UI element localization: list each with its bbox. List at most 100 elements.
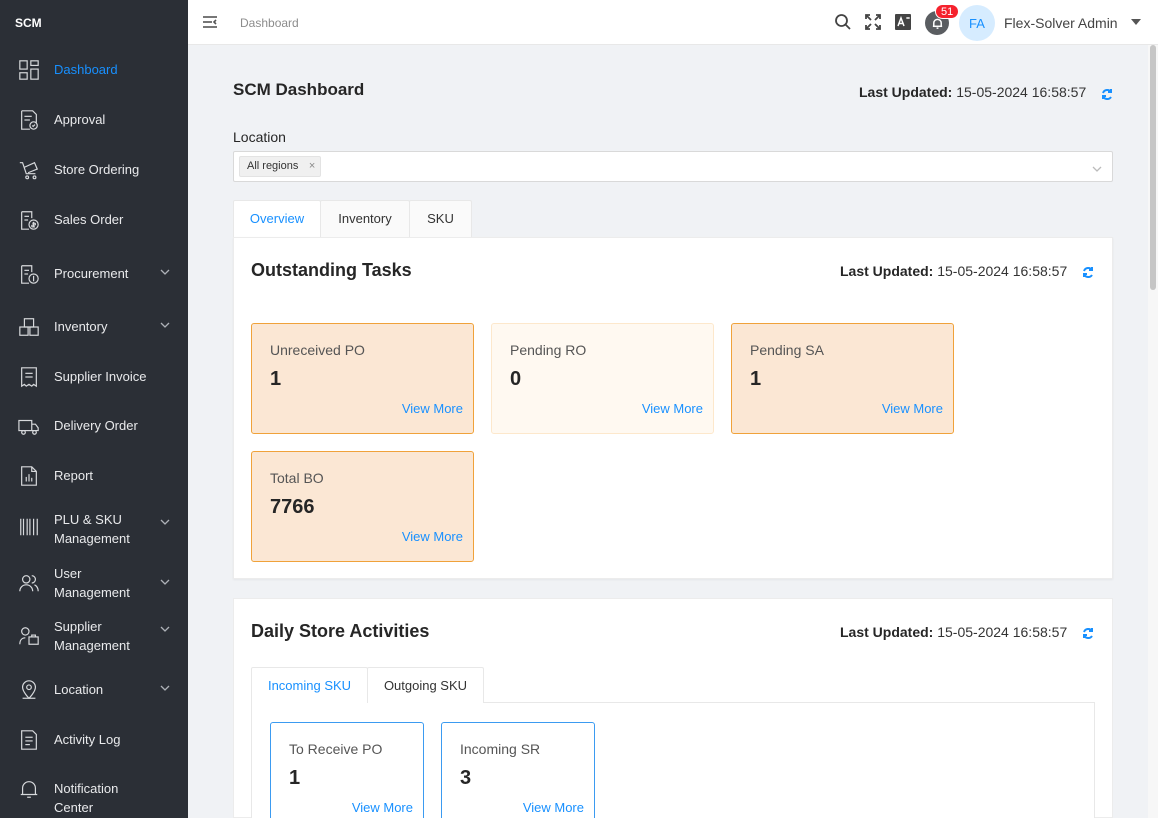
notification-count-badge: 51	[935, 4, 960, 19]
outstanding-tasks-title: Outstanding Tasks	[251, 260, 412, 280]
sidebar-item-label: Notification Center	[54, 781, 119, 815]
scrollbar-thumb[interactable]	[1150, 45, 1156, 290]
activity-log-icon	[17, 728, 41, 752]
card-pending-sa: Pending SA 1 View More	[731, 323, 954, 434]
sidebar-item-dashboard[interactable]: Dashboard	[0, 56, 188, 84]
card-title: Unreceived PO	[270, 342, 365, 358]
card-title: Incoming SR	[460, 741, 541, 757]
tab-sku[interactable]: SKU	[409, 200, 472, 237]
sidebar-item-label: Delivery Order	[54, 418, 138, 433]
refresh-icon[interactable]	[1082, 626, 1094, 639]
sidebar-item-delivery-order[interactable]: Delivery Order	[0, 412, 188, 440]
fullscreen-icon[interactable]	[864, 13, 882, 31]
sidebar-item-approval[interactable]: Approval	[0, 106, 188, 134]
chevron-down-icon	[160, 317, 170, 328]
sales-order-icon	[17, 208, 41, 232]
location-pin-icon	[17, 678, 41, 702]
card-unreceived-po: Unreceived PO 1 View More	[251, 323, 474, 434]
card-value: 1	[289, 767, 301, 789]
card-total-bo: Total BO 7766 View More	[251, 451, 474, 562]
top-header: Dashboard 51 FA Flex-Solver Admin	[188, 0, 1158, 45]
tab-outgoing-sku[interactable]: Outgoing SKU	[367, 667, 484, 703]
sidebar-item-label: Location	[54, 682, 104, 697]
sidebar-item-label: User Management	[54, 566, 130, 600]
sidebar-item-supplier-invoice[interactable]: Supplier Invoice	[0, 363, 188, 391]
last-updated-value: 15-05-2024 16:58:57	[937, 263, 1068, 279]
view-more-link[interactable]: View More	[882, 401, 943, 416]
sidebar-item-location[interactable]: Location	[0, 676, 188, 704]
users-icon	[17, 571, 41, 595]
menu-fold-icon[interactable]	[202, 14, 218, 30]
location-tag: All regions ×	[239, 156, 322, 177]
sidebar-item-label: Approval	[54, 112, 106, 127]
chevron-down-icon	[160, 621, 170, 632]
sidebar-item-report[interactable]: Report	[0, 462, 188, 490]
last-updated-label: Last Updated:	[840, 263, 934, 279]
breadcrumb[interactable]: Dashboard	[240, 16, 299, 30]
last-updated: Last Updated: 15-05-2024 16:58:57	[840, 263, 1067, 279]
sidebar-item-notification-center[interactable]: Notification Center	[0, 775, 188, 815]
view-more-link[interactable]: View More	[352, 800, 413, 815]
chevron-down-icon	[160, 680, 170, 691]
sidebar-item-label: Sales Order	[54, 212, 124, 227]
card-to-receive-po: To Receive PO 1 View More	[270, 722, 424, 818]
sidebar-item-supplier-management[interactable]: Supplier Management	[0, 617, 188, 655]
sidebar-item-label: PLU & SKU Management	[54, 512, 130, 546]
sidebar-item-user-management[interactable]: User Management	[0, 564, 188, 602]
sidebar-item-label: Activity Log	[54, 732, 121, 747]
location-label: Location	[233, 129, 286, 145]
chevron-down-icon	[160, 264, 170, 275]
view-more-link[interactable]: View More	[523, 800, 584, 815]
sidebar-item-activity-log[interactable]: Activity Log	[0, 726, 188, 754]
last-updated-value: 15-05-2024 16:58:57	[956, 84, 1087, 100]
avatar[interactable]: FA	[959, 5, 995, 41]
translate-icon[interactable]	[894, 13, 912, 31]
location-select[interactable]: All regions ×	[233, 151, 1113, 182]
store-ordering-icon	[17, 158, 41, 182]
bell-icon	[17, 777, 41, 801]
sidebar-item-label: Procurement	[54, 266, 129, 281]
sidebar-item-label: Report	[54, 468, 94, 483]
sidebar-item-label: Dashboard	[54, 62, 118, 77]
last-updated-label: Last Updated:	[840, 624, 934, 640]
card-incoming-sr: Incoming SR 3 View More	[441, 722, 595, 818]
approval-icon	[17, 108, 41, 132]
barcode-icon	[17, 515, 41, 539]
sidebar-item-plu-sku-management[interactable]: PLU & SKU Management	[0, 510, 188, 548]
view-more-link[interactable]: View More	[402, 401, 463, 416]
chevron-down-icon	[160, 574, 170, 585]
supplier-invoice-icon	[17, 365, 41, 389]
delivery-truck-icon	[17, 414, 41, 438]
chevron-down-icon[interactable]	[1092, 161, 1102, 172]
last-updated-value: 15-05-2024 16:58:57	[937, 624, 1068, 640]
refresh-icon[interactable]	[1101, 87, 1113, 100]
sidebar-item-procurement[interactable]: Procurement	[0, 260, 188, 288]
sidebar-item-sales-order[interactable]: Sales Order	[0, 206, 188, 234]
sidebar-item-inventory[interactable]: Inventory	[0, 313, 188, 341]
view-more-link[interactable]: View More	[402, 529, 463, 544]
daily-activities-title: Daily Store Activities	[251, 621, 430, 641]
last-updated: Last Updated: 15-05-2024 16:58:57	[840, 624, 1067, 640]
card-value: 1	[270, 368, 282, 390]
caret-down-icon[interactable]	[1131, 19, 1141, 25]
vertical-scrollbar[interactable]	[1148, 45, 1158, 818]
card-pending-ro: Pending RO 0 View More	[491, 323, 714, 434]
location-tag-label: All regions	[247, 160, 299, 172]
card-value: 1	[750, 368, 762, 390]
sidebar-item-store-ordering[interactable]: Store Ordering	[0, 156, 188, 184]
user-name[interactable]: Flex-Solver Admin	[1004, 15, 1118, 31]
card-title: Pending RO	[510, 342, 587, 358]
view-more-link[interactable]: View More	[642, 401, 703, 416]
page-title: SCM Dashboard	[233, 80, 365, 99]
tab-inventory[interactable]: Inventory	[320, 200, 410, 237]
tag-close-icon[interactable]: ×	[309, 157, 315, 176]
search-icon[interactable]	[834, 13, 852, 31]
tab-overview[interactable]: Overview	[233, 200, 321, 238]
tab-incoming-sku[interactable]: Incoming SKU	[251, 667, 368, 703]
last-updated-label: Last Updated:	[859, 84, 953, 100]
card-title: To Receive PO	[289, 741, 383, 757]
card-value: 3	[460, 767, 472, 789]
sidebar: SCM Dashboard Approval Store Ordering Sa…	[0, 0, 188, 818]
sidebar-item-label: Store Ordering	[54, 162, 140, 177]
refresh-icon[interactable]	[1082, 265, 1094, 278]
